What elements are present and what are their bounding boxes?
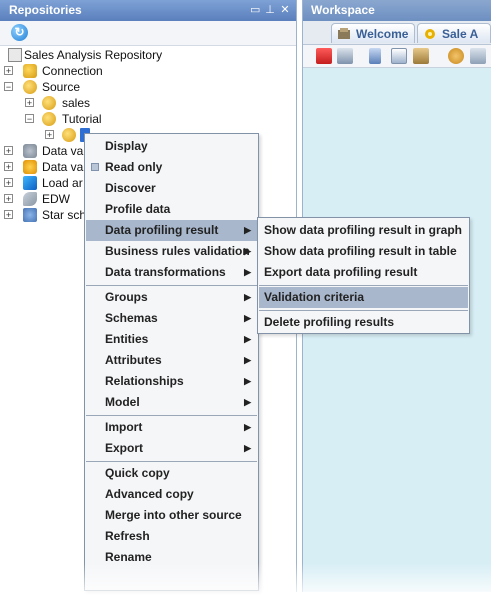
source-icon — [42, 96, 56, 110]
load-area-icon — [23, 176, 37, 190]
workspace-title: Workspace — [311, 3, 375, 17]
menu-separator — [86, 415, 257, 416]
source-icon — [42, 112, 56, 126]
expand-icon[interactable]: + — [25, 98, 34, 108]
expand-icon[interactable]: + — [4, 194, 13, 204]
submenu-item-validation-criteria[interactable]: Validation criteria — [259, 287, 468, 308]
menu-item-model[interactable]: Model ▶ — [86, 392, 257, 413]
menu-item-business-rules-validation[interactable]: Business rules validation ▶ — [86, 241, 257, 262]
repositories-toolbar: ↻ — [0, 21, 296, 46]
context-menu: Display Read only Discover Profile data … — [84, 133, 259, 591]
expand-icon[interactable]: + — [4, 210, 13, 220]
cut-icon[interactable] — [369, 48, 381, 64]
submenu-arrow-icon: ▶ — [244, 225, 251, 235]
submenu-arrow-icon: ▶ — [244, 355, 251, 365]
expand-icon[interactable]: + — [4, 162, 13, 172]
repository-icon — [8, 48, 22, 62]
menu-item-profile-data[interactable]: Profile data — [86, 199, 257, 220]
expand-icon[interactable]: + — [4, 66, 13, 76]
menu-item-rename[interactable]: Rename — [86, 547, 257, 568]
copy-icon[interactable] — [391, 48, 407, 64]
submenu-arrow-icon: ▶ — [244, 422, 251, 432]
submenu-item-export-result[interactable]: Export data profiling result — [259, 262, 468, 283]
submenu-arrow-icon: ▶ — [244, 376, 251, 386]
checkbox-icon[interactable] — [91, 163, 99, 171]
source-icon — [62, 128, 76, 142]
menu-item-relationships[interactable]: Relationships ▶ — [86, 371, 257, 392]
menu-item-discover[interactable]: Discover — [86, 178, 257, 199]
submenu-arrow-icon: ▶ — [244, 246, 251, 256]
menu-item-groups[interactable]: Groups ▶ — [86, 287, 257, 308]
close-icon[interactable]: ✕ — [280, 0, 290, 21]
submenu-item-show-table[interactable]: Show data profiling result in table — [259, 241, 468, 262]
expand-icon[interactable]: + — [45, 130, 54, 140]
restore-icon[interactable]: ▭ — [250, 0, 260, 21]
menu-item-export[interactable]: Export ▶ — [86, 438, 257, 459]
menu-separator — [259, 285, 468, 286]
repositories-header: Repositories ▭ ⊥ ✕ — [0, 0, 296, 21]
menu-item-data-profiling-result[interactable]: Data profiling result ▶ — [86, 220, 257, 241]
menu-item-attributes[interactable]: Attributes ▶ — [86, 350, 257, 371]
menu-item-read-only[interactable]: Read only — [86, 157, 257, 178]
panel-title: Repositories — [9, 3, 82, 17]
menu-item-merge-into-other-source[interactable]: Merge into other source — [86, 505, 257, 526]
repository-icon — [425, 29, 435, 39]
expand-icon[interactable]: + — [4, 146, 13, 156]
menu-item-advanced-copy[interactable]: Advanced copy — [86, 484, 257, 505]
move-icon[interactable] — [470, 48, 486, 64]
print-icon[interactable] — [337, 48, 353, 64]
star-schema-icon — [23, 208, 37, 222]
menu-item-quick-copy[interactable]: Quick copy — [86, 463, 257, 484]
menu-item-display[interactable]: Display — [86, 136, 257, 157]
data-profiling-submenu: Show data profiling result in graph Show… — [257, 217, 470, 334]
paste-icon[interactable] — [413, 48, 429, 64]
expand-icon[interactable]: + — [4, 178, 13, 188]
collapse-icon[interactable]: − — [4, 82, 13, 92]
menu-separator — [86, 461, 257, 462]
submenu-item-delete-results[interactable]: Delete profiling results — [259, 312, 468, 333]
data-vault-icon — [23, 144, 37, 158]
menu-separator — [86, 285, 257, 286]
source-icon — [23, 80, 37, 94]
workspace-tabs: Welcome Sale A — [303, 21, 491, 45]
menu-item-entities[interactable]: Entities ▶ — [86, 329, 257, 350]
connection-icon — [23, 64, 37, 78]
pdf-icon[interactable] — [316, 48, 332, 64]
submenu-arrow-icon: ▶ — [244, 334, 251, 344]
welcome-icon — [338, 28, 350, 39]
menu-item-refresh[interactable]: Refresh — [86, 526, 257, 547]
hand-icon[interactable] — [448, 48, 464, 64]
collapse-icon[interactable]: − — [25, 114, 34, 124]
submenu-arrow-icon: ▶ — [244, 292, 251, 302]
workspace-header: Workspace — [303, 0, 491, 21]
menu-item-data-transformations[interactable]: Data transformations ▶ — [86, 262, 257, 283]
refresh-icon[interactable]: ↻ — [11, 24, 28, 41]
menu-item-import[interactable]: Import ▶ — [86, 417, 257, 438]
submenu-arrow-icon: ▶ — [244, 443, 251, 453]
data-vault-icon — [23, 160, 37, 174]
submenu-arrow-icon: ▶ — [244, 267, 251, 277]
menu-item-schemas[interactable]: Schemas ▶ — [86, 308, 257, 329]
submenu-arrow-icon: ▶ — [244, 313, 251, 323]
workspace-toolbar — [303, 45, 491, 68]
submenu-arrow-icon: ▶ — [244, 397, 251, 407]
edw-icon — [23, 192, 37, 206]
tab-welcome[interactable]: Welcome — [331, 23, 415, 43]
submenu-item-show-graph[interactable]: Show data profiling result in graph — [259, 220, 468, 241]
menu-separator — [259, 310, 468, 311]
pin-icon[interactable]: ⊥ — [265, 0, 275, 21]
tab-sale-analysis[interactable]: Sale A — [417, 23, 491, 43]
